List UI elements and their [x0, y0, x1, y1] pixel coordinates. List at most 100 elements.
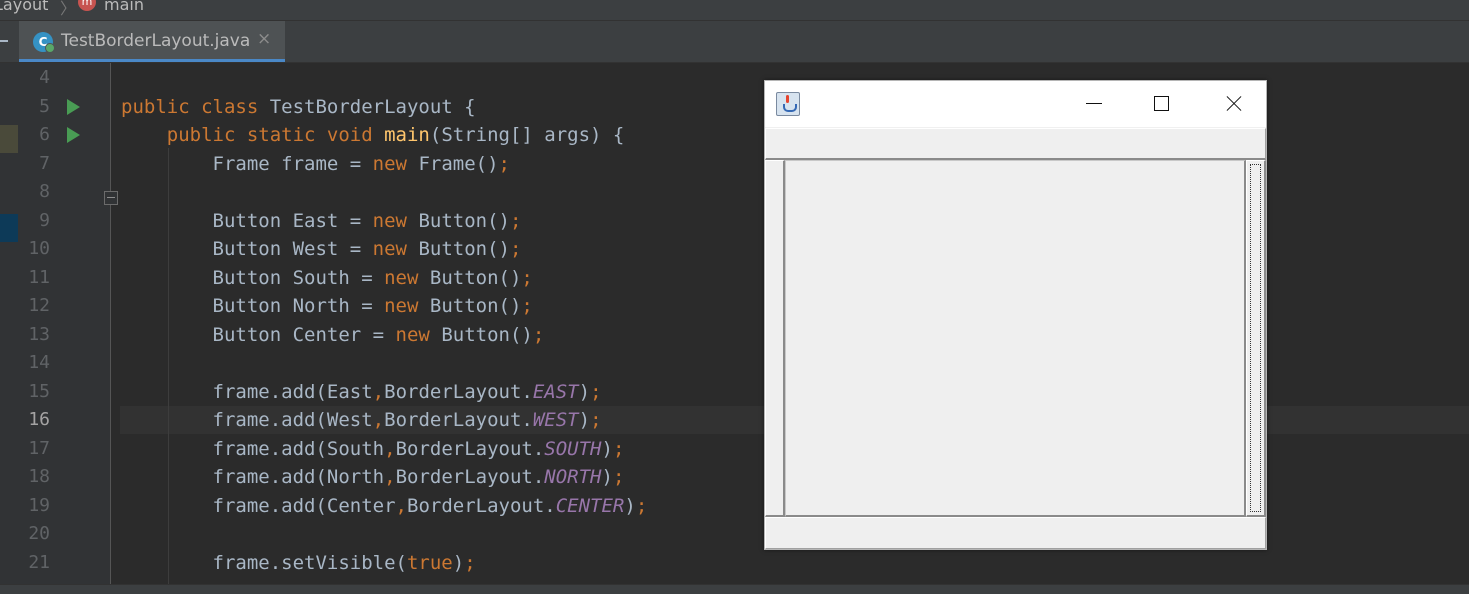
java-class-icon: C — [33, 32, 55, 53]
code-token: ; — [635, 494, 648, 517]
code-token: ; — [612, 437, 625, 460]
code-token: Button South = — [121, 266, 385, 289]
code-token: true — [406, 551, 453, 574]
east-button[interactable] — [1246, 160, 1266, 517]
code-token: frame.add(West — [121, 409, 373, 431]
code-token: BorderLayout. — [407, 494, 556, 517]
code-token: , — [395, 494, 407, 517]
line-number: 11 — [28, 266, 50, 288]
tab-label: TestBorderLayout.java — [61, 31, 251, 51]
tool-window-strip — [0, 63, 18, 584]
line-number: 7 — [39, 152, 50, 174]
run-icon[interactable] — [67, 98, 80, 115]
code-token: WEST — [532, 409, 579, 431]
line-number: 21 — [28, 551, 50, 573]
code-line[interactable]: Button North = new Button(); — [121, 292, 533, 320]
code-token: , — [372, 409, 385, 431]
code-line[interactable]: Button East = new Button(); — [121, 207, 522, 235]
code-token: ) — [601, 466, 613, 488]
code-token: new — [372, 209, 419, 232]
code-token: Button() — [418, 209, 510, 232]
north-button[interactable] — [765, 128, 1266, 160]
line-number: 14 — [28, 352, 50, 373]
code-token: ; — [590, 380, 602, 403]
west-button[interactable] — [765, 160, 785, 517]
code-token: new — [372, 152, 419, 175]
line-number: 8 — [39, 181, 50, 202]
code-token: , — [384, 437, 396, 460]
code-line[interactable]: frame.add(South,BorderLayout.SOUTH); — [121, 435, 625, 463]
tool-window-marker[interactable] — [0, 125, 18, 153]
code-token: public class — [121, 95, 270, 118]
code-token: ; — [464, 551, 476, 574]
breadcrumb-separator: 〉 — [60, 0, 77, 18]
line-number: 16 — [28, 409, 50, 430]
breadcrumb-class[interactable]: Layout — [0, 0, 48, 14]
line-number: 20 — [28, 523, 50, 544]
window-title-bar[interactable] — [765, 81, 1266, 127]
code-line[interactable]: frame.add(North,BorderLayout.NORTH); — [121, 463, 625, 491]
code-token: Button Center = — [121, 323, 396, 346]
tool-window-marker-active[interactable] — [0, 214, 18, 242]
code-token: public static void — [166, 124, 385, 146]
code-line[interactable]: public static void main(String[] args) { — [121, 121, 625, 149]
code-token: Button() — [441, 323, 533, 346]
focus-indicator — [1250, 164, 1261, 512]
line-number: 10 — [28, 238, 50, 259]
code-token: ) — [578, 409, 591, 431]
code-line[interactable]: public class TestBorderLayout { — [121, 93, 476, 121]
awt-frame-window — [764, 80, 1267, 550]
run-icon[interactable] — [67, 127, 80, 143]
code-token: ; — [612, 466, 625, 488]
code-token: Button() — [429, 266, 522, 289]
code-token: BorderLayout. — [384, 409, 533, 431]
code-token: Frame frame = — [121, 152, 373, 175]
method-icon: m — [78, 0, 96, 11]
code-token: new — [395, 323, 442, 346]
code-token: Button() — [429, 295, 522, 317]
breadcrumb-method[interactable]: main — [104, 0, 144, 14]
code-token: BorderLayout. — [395, 466, 545, 488]
code-token: ) — [624, 494, 636, 517]
tab-bar-collapse-marker[interactable] — [0, 40, 8, 42]
code-token: ; — [521, 266, 533, 289]
code-token: Button East = — [121, 209, 373, 232]
maximize-button[interactable] — [1127, 81, 1197, 127]
code-token: ; — [521, 295, 533, 317]
code-token: BorderLayout. — [395, 437, 545, 460]
code-token: BorderLayout. — [384, 380, 533, 403]
tab-testborderlayout[interactable]: C TestBorderLayout.java × — [19, 21, 285, 62]
south-button[interactable] — [765, 517, 1266, 549]
code-token: EAST — [532, 380, 579, 403]
code-line[interactable]: Button South = new Button(); — [121, 264, 533, 292]
code-line[interactable]: Frame frame = new Frame(); — [121, 150, 510, 178]
code-token: (String[] args) { — [429, 124, 625, 146]
code-token: NORTH — [544, 466, 602, 488]
code-line[interactable]: Button Center = new Button(); — [121, 321, 545, 349]
code-token: Button North = — [121, 295, 385, 317]
fold-marker-icon[interactable] — [104, 191, 118, 205]
code-token: frame.add(South — [121, 437, 385, 460]
close-button[interactable] — [1197, 81, 1267, 127]
code-token: Button West = — [121, 238, 373, 260]
code-line[interactable]: frame.add(Center,BorderLayout.CENTER); — [121, 492, 648, 520]
minimize-button[interactable] — [1059, 81, 1129, 127]
code-token: new — [384, 295, 430, 317]
code-token: frame.add(East — [121, 380, 373, 403]
line-number: 15 — [28, 380, 50, 402]
code-token: frame.setVisible( — [121, 551, 407, 574]
code-token: Button() — [418, 238, 510, 260]
code-line[interactable]: frame.add(West,BorderLayout.WEST); — [121, 406, 602, 434]
code-token: ; — [498, 152, 510, 175]
code-token: , — [384, 466, 396, 488]
code-line[interactable]: frame.setVisible(true); — [121, 549, 476, 577]
code-token: frame.add(North — [121, 466, 385, 488]
code-token: new — [372, 238, 419, 260]
code-line[interactable]: Button West = new Button(); — [121, 235, 522, 263]
code-line[interactable]: frame.add(East,BorderLayout.EAST); — [121, 378, 602, 406]
tab-close-icon[interactable]: × — [257, 29, 271, 49]
line-number: 12 — [28, 295, 50, 316]
center-button[interactable] — [785, 160, 1246, 517]
code-token: ; — [509, 238, 522, 260]
line-number: 9 — [39, 209, 50, 231]
